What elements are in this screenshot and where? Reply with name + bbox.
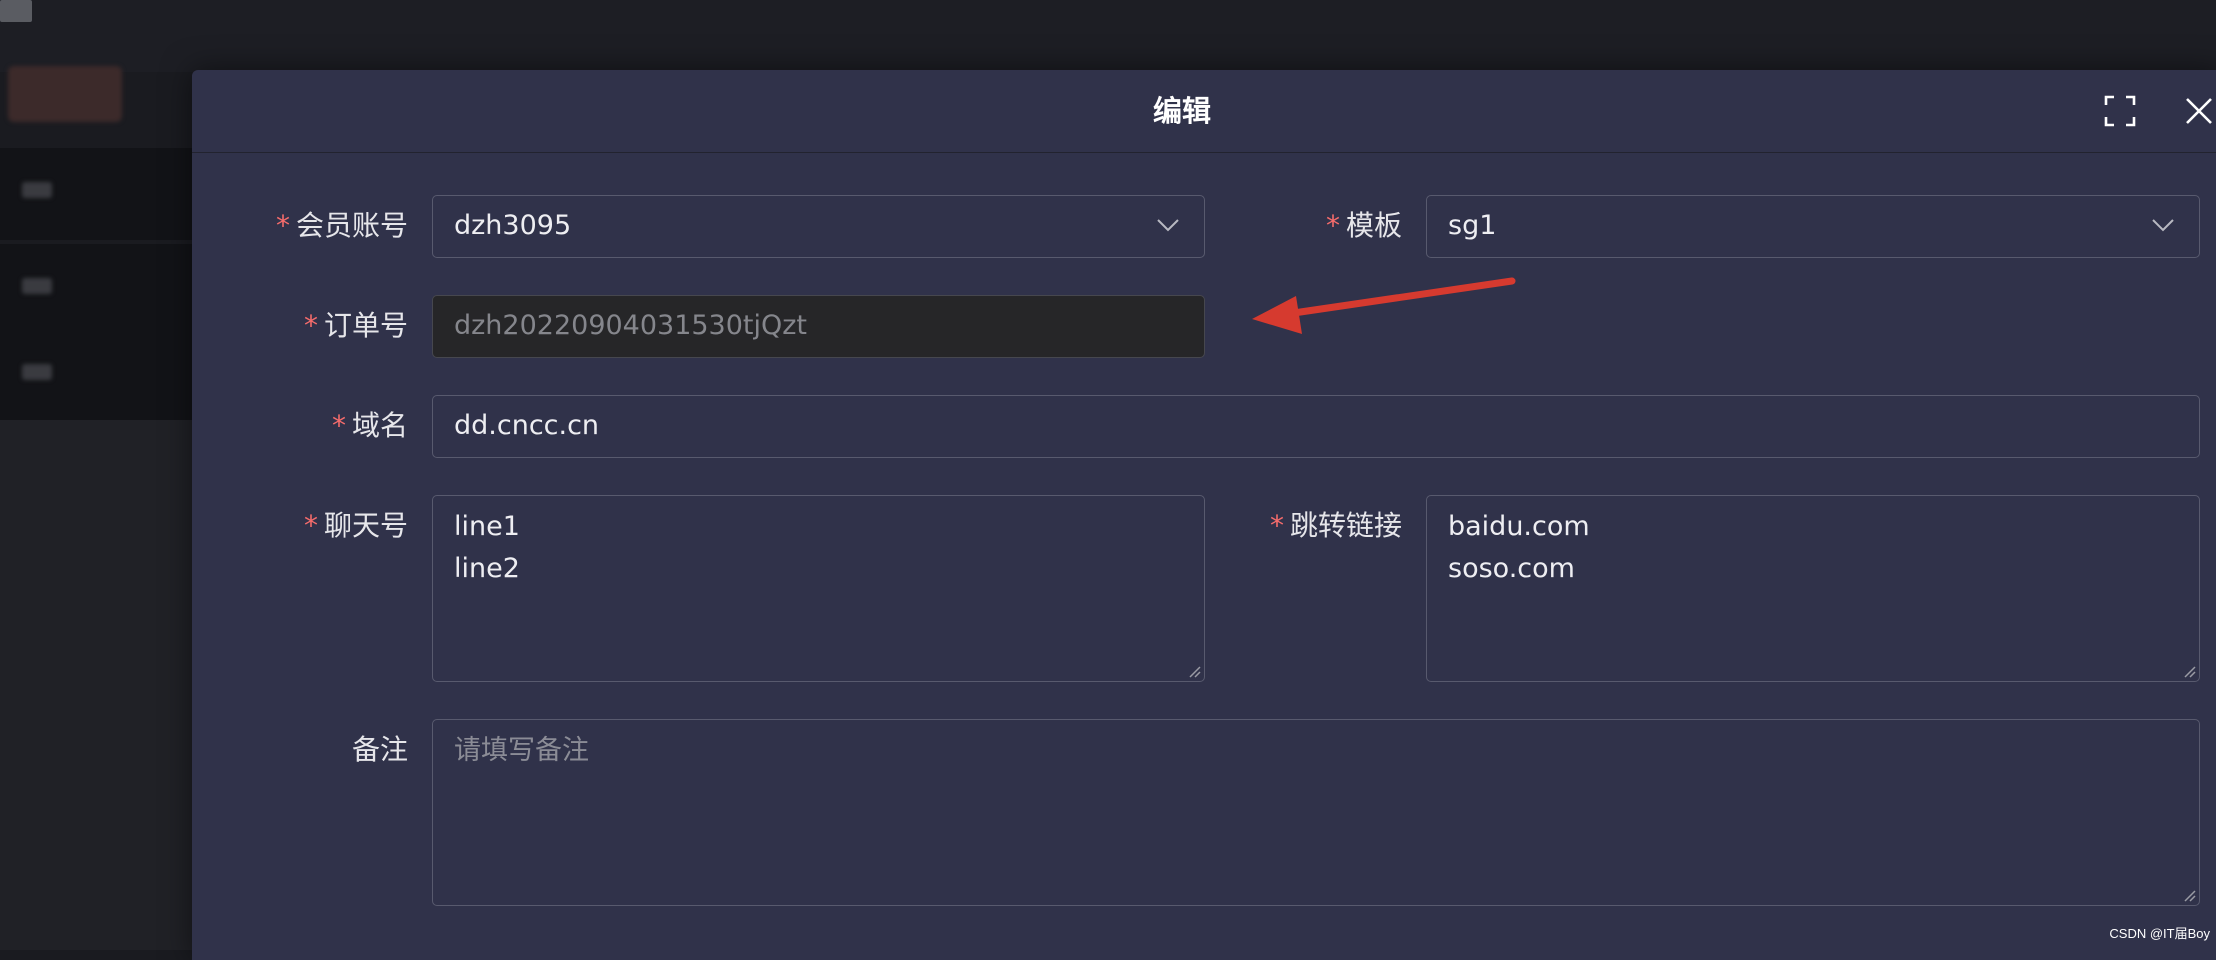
fullscreen-icon[interactable]	[2103, 94, 2137, 128]
domain-input[interactable]: dd.cncc.cn	[432, 395, 2200, 458]
remark-textarea[interactable]: 请填写备注	[432, 719, 2200, 906]
redirect-link-label-text: 跳转链接	[1289, 509, 1402, 542]
resize-handle-icon[interactable]	[2182, 664, 2196, 678]
remark-label: 备注	[352, 720, 408, 780]
dialog-title: 编辑	[1152, 94, 1211, 128]
member-account-label: * 会员账号	[276, 196, 408, 256]
domain-label: * 域名	[332, 396, 408, 456]
chat-no-value: line1 line2	[454, 511, 520, 584]
redirect-link-textarea[interactable]: baidu.com soso.com	[1426, 495, 2200, 682]
background-row	[0, 244, 200, 336]
background-topbar	[0, 0, 2216, 72]
required-mark: *	[331, 409, 346, 442]
required-mark: *	[1325, 209, 1340, 242]
template-value: sg1	[1448, 210, 1497, 241]
order-no-value: dzh20220904031530tjQzt	[454, 310, 808, 341]
member-account-value: dzh3095	[454, 210, 572, 241]
resize-handle-icon[interactable]	[2182, 888, 2196, 902]
close-icon[interactable]	[2182, 94, 2216, 128]
dialog-header: 编辑	[192, 70, 2216, 153]
template-select[interactable]: sg1	[1426, 195, 2200, 258]
order-no-label: * 订单号	[304, 296, 408, 356]
chat-no-textarea[interactable]: line1 line2	[432, 495, 1205, 682]
template-label-text: 模板	[1345, 209, 1402, 242]
chat-no-label-text: 聊天号	[323, 509, 408, 542]
background-row	[0, 330, 200, 422]
background-chip	[0, 0, 32, 22]
watermark: CSDN @IT届Boy	[2109, 926, 2210, 941]
redirect-link-label: * 跳转链接	[1270, 496, 1402, 556]
required-mark: *	[303, 509, 318, 542]
chevron-down-icon	[1156, 215, 1180, 235]
domain-value: dd.cncc.cn	[454, 410, 600, 441]
resize-handle-icon[interactable]	[1187, 664, 1201, 678]
required-mark: *	[303, 309, 318, 342]
domain-label-text: 域名	[351, 409, 408, 442]
annotation-arrow	[1252, 277, 1516, 334]
order-no-input: dzh20220904031530tjQzt	[432, 295, 1205, 358]
background-button	[8, 66, 122, 122]
member-account-select[interactable]: dzh3095	[432, 195, 1205, 258]
required-mark: *	[275, 209, 290, 242]
required-mark: *	[1269, 509, 1284, 542]
background-row	[0, 148, 200, 240]
remark-label-text: 备注	[351, 733, 408, 766]
redirect-link-value: baidu.com soso.com	[1448, 511, 1590, 584]
chat-no-label: * 聊天号	[304, 496, 408, 556]
template-label: * 模板	[1326, 196, 1402, 256]
order-no-label-text: 订单号	[323, 309, 408, 342]
member-account-label-text: 会员账号	[295, 209, 408, 242]
remark-placeholder: 请填写备注	[454, 735, 589, 766]
chevron-down-icon	[2151, 215, 2175, 235]
background-sidebar	[0, 420, 200, 950]
